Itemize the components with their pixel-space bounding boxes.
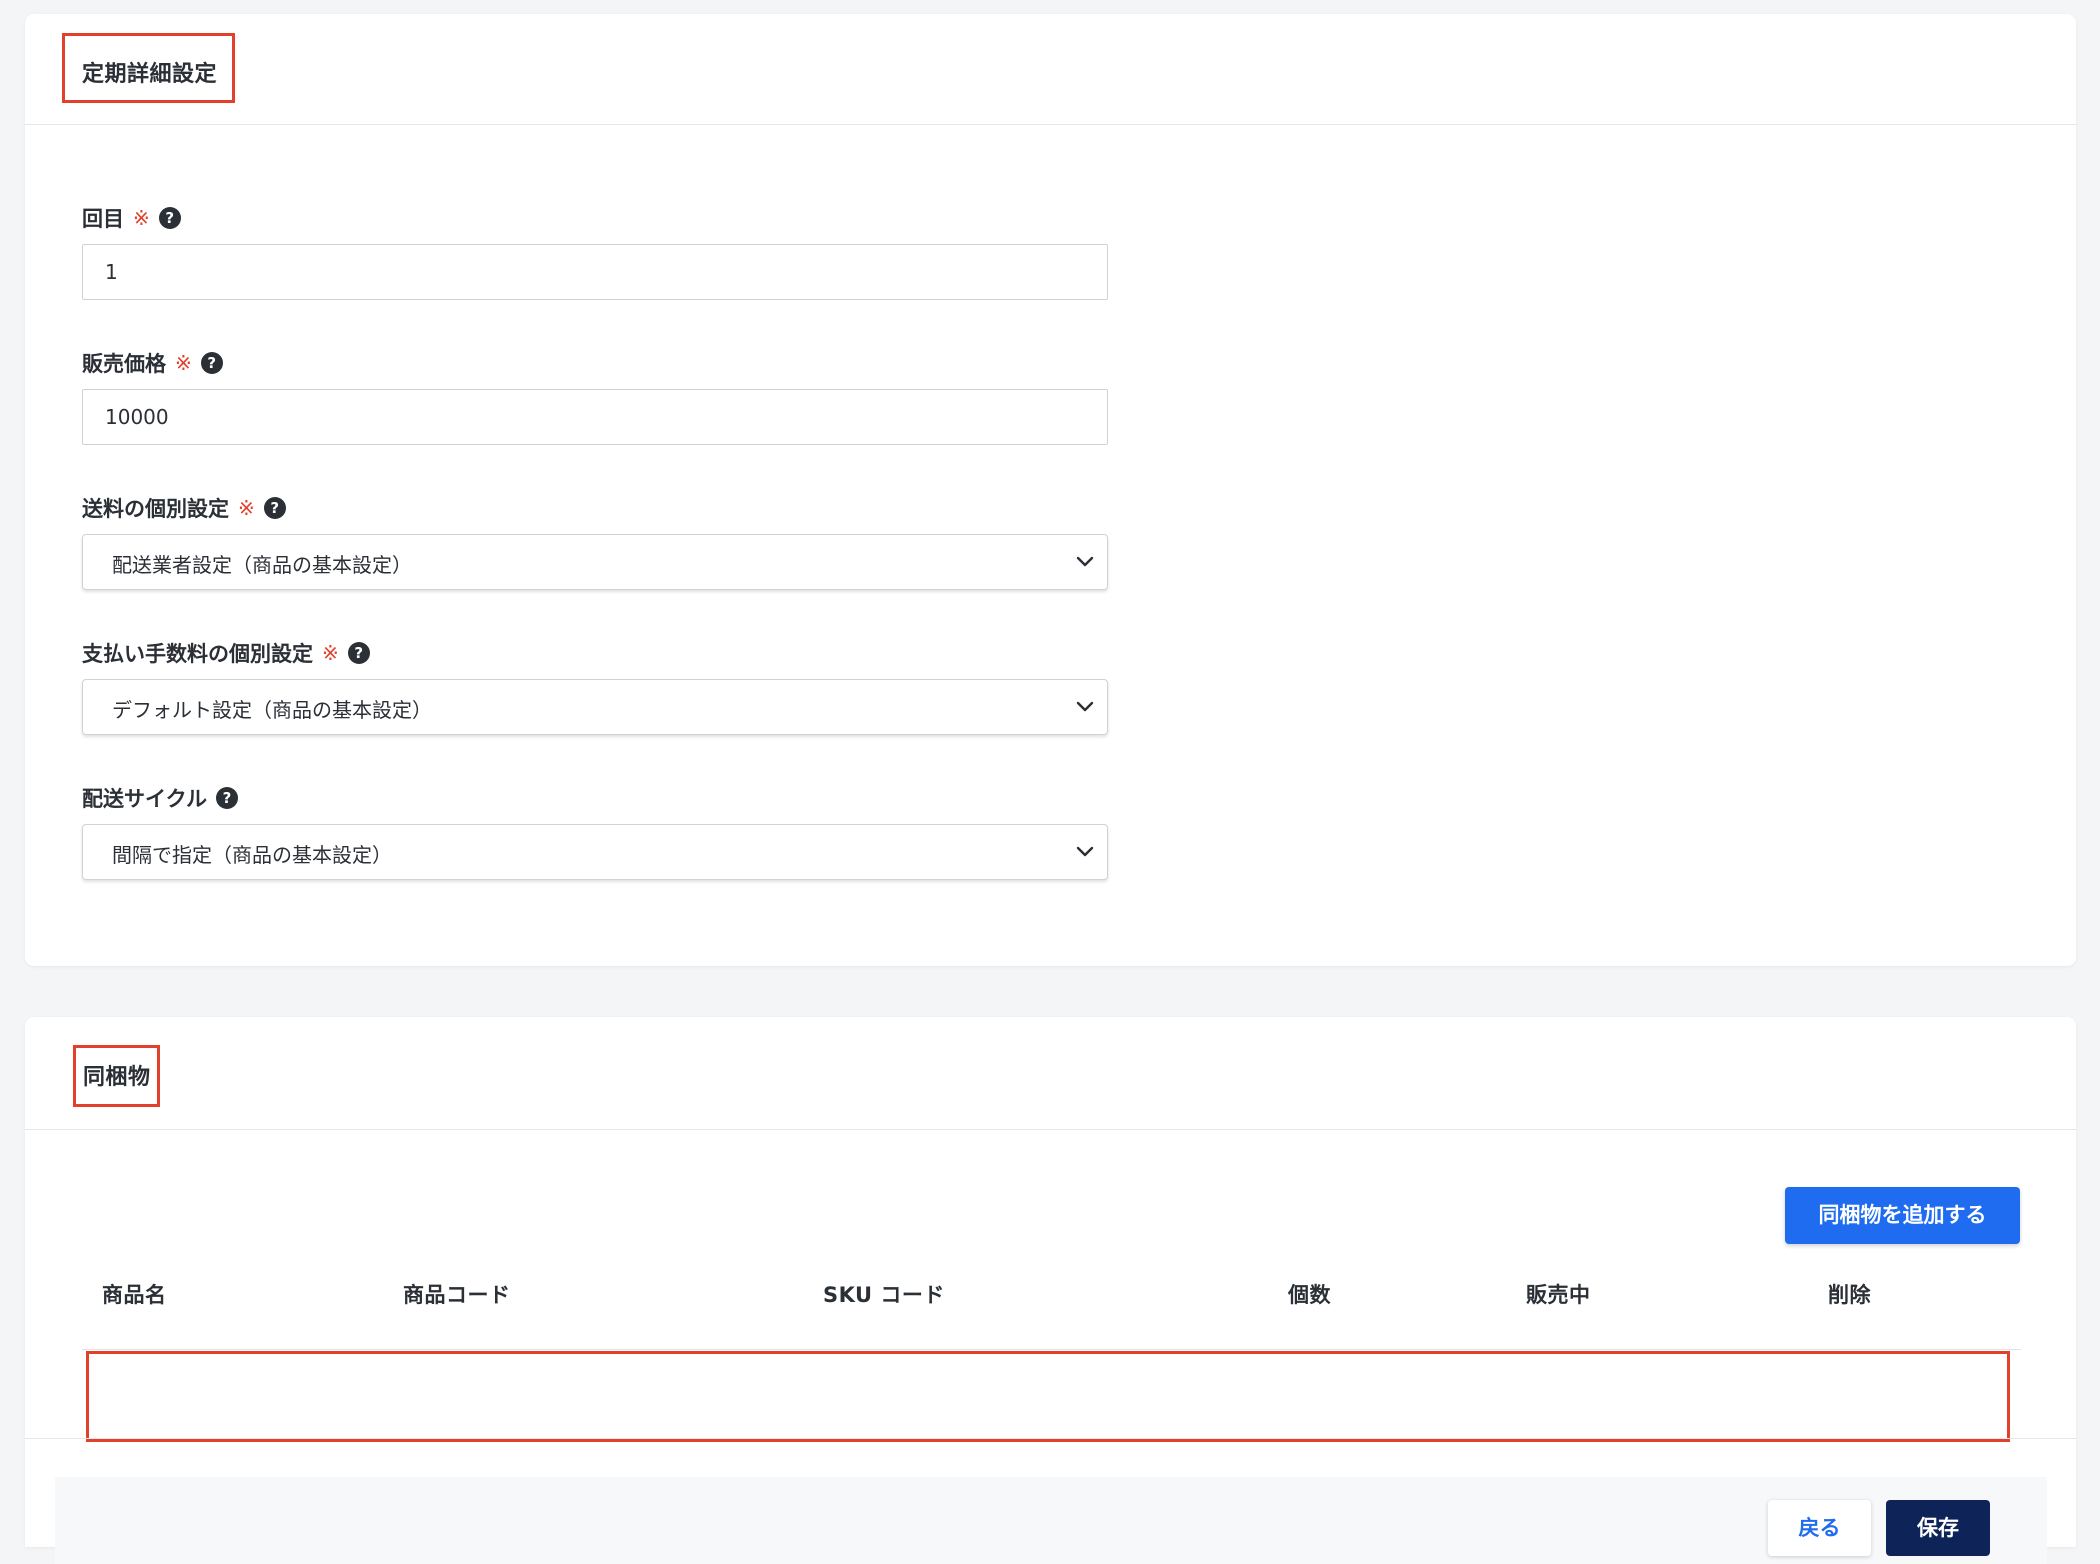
back-button[interactable]: 戻る [1768, 1500, 1871, 1556]
round-input[interactable] [82, 244, 1108, 300]
question-circle-icon[interactable]: ? [158, 207, 181, 229]
footer-action-bar [55, 1477, 2047, 1564]
chevron-down-icon [1076, 846, 1094, 857]
settings-card-header [25, 14, 2076, 125]
required-mark: ※ [175, 351, 192, 375]
payment-fee-label: 支払い手数料の個別設定 ※ ? [82, 638, 370, 668]
column-header-product-name: 商品名 [102, 1283, 167, 1307]
title-highlight-box [62, 33, 235, 103]
title-highlight-box [73, 1045, 160, 1107]
round-label: 回目 ※ ? [82, 203, 181, 233]
bundle-card-header [25, 1017, 2076, 1130]
question-circle-icon[interactable]: ? [347, 642, 370, 664]
question-circle-icon[interactable]: ? [215, 787, 238, 809]
required-mark: ※ [322, 641, 339, 665]
column-header-quantity: 個数 [1288, 1283, 1331, 1307]
shipping-fee-label: 送料の個別設定 ※ ? [82, 493, 286, 523]
column-header-product-code: 商品コード [403, 1283, 511, 1307]
delivery-cycle-label: 配送サイクル ? [82, 783, 238, 813]
question-circle-icon[interactable]: ? [263, 497, 286, 519]
delivery-cycle-selected-value: 間隔で指定（商品の基本設定） [112, 843, 392, 867]
required-mark: ※ [133, 206, 150, 230]
column-header-sku-code: SKU コード [823, 1283, 945, 1307]
empty-row-highlight-box [86, 1351, 2010, 1442]
save-button[interactable]: 保存 [1886, 1500, 1990, 1556]
bundle-card: 同梱物 同梱物を追加する 商品名 商品コード SKU コード 個数 販売中 削除 [25, 1017, 2076, 1547]
price-input[interactable] [82, 389, 1108, 445]
shipping-fee-label-text: 送料の個別設定 [82, 497, 229, 521]
round-label-text: 回目 [82, 207, 124, 231]
chevron-down-icon [1076, 556, 1094, 567]
price-label: 販売価格 ※ ? [82, 348, 223, 378]
required-mark: ※ [238, 496, 255, 520]
column-header-delete: 削除 [1828, 1283, 1871, 1307]
table-bottom-divider [25, 1438, 2076, 1439]
shipping-fee-select[interactable]: 配送業者設定（商品の基本設定） [82, 534, 1108, 590]
chevron-down-icon [1076, 701, 1094, 712]
price-label-text: 販売価格 [82, 352, 166, 376]
table-header-divider [82, 1349, 2021, 1350]
add-bundle-item-button[interactable]: 同梱物を追加する [1785, 1187, 2020, 1244]
settings-card: 定期詳細設定 回目 ※ ? 販売価格 ※ ? 送料の個別設定 ※ ? 配送業者設… [25, 14, 2076, 966]
question-circle-icon[interactable]: ? [200, 352, 223, 374]
column-header-on-sale: 販売中 [1526, 1283, 1591, 1307]
payment-fee-selected-value: デフォルト設定（商品の基本設定） [112, 698, 432, 722]
shipping-fee-selected-value: 配送業者設定（商品の基本設定） [112, 553, 412, 577]
delivery-cycle-label-text: 配送サイクル [82, 787, 207, 811]
payment-fee-select[interactable]: デフォルト設定（商品の基本設定） [82, 679, 1108, 735]
delivery-cycle-select[interactable]: 間隔で指定（商品の基本設定） [82, 824, 1108, 880]
bundle-table-header: 商品名 商品コード SKU コード 個数 販売中 削除 [82, 1279, 2021, 1349]
payment-fee-label-text: 支払い手数料の個別設定 [82, 642, 313, 666]
